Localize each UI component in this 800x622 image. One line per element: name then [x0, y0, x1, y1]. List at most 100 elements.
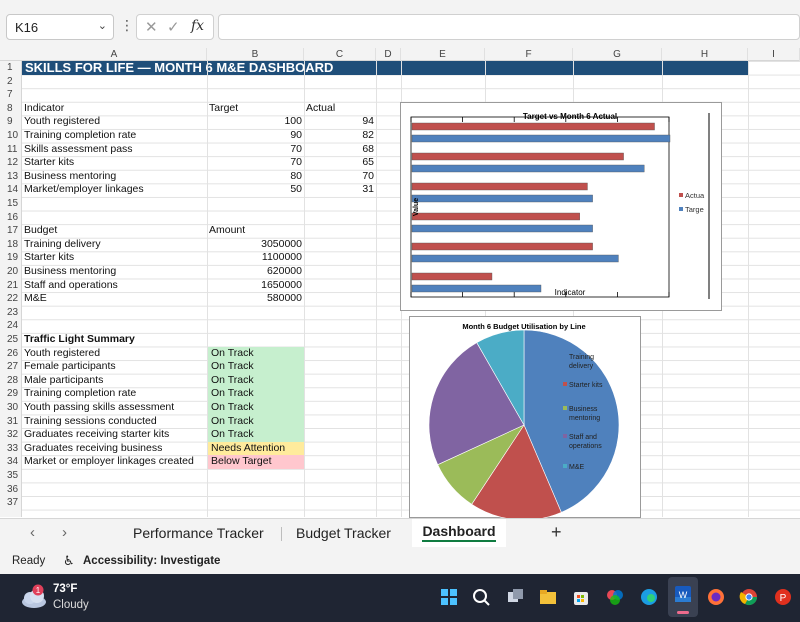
excel-taskbar-icon[interactable]: W	[668, 577, 698, 617]
column-header[interactable]: F	[485, 48, 573, 61]
pie-chart[interactable]: Month 6 Budget Utilisation by Line Traini…	[409, 316, 641, 521]
firefox-icon[interactable]	[705, 586, 727, 608]
traffic-indicator[interactable]: Male participants	[24, 374, 205, 388]
budget-header[interactable]: Budget	[24, 224, 205, 238]
status-badge[interactable]: Below Target	[208, 455, 304, 469]
target-value[interactable]: 90	[209, 129, 302, 143]
bar-chart[interactable]: Target vs Month 6 Actual Indicator Value Ac…	[400, 102, 722, 311]
row-header[interactable]: 29	[0, 387, 22, 401]
traffic-indicator[interactable]: Graduates receiving business	[24, 442, 205, 456]
actual-value[interactable]: 68	[306, 143, 374, 157]
row-header[interactable]: 7	[0, 88, 22, 102]
row-header[interactable]: 34	[0, 455, 22, 469]
edge-icon[interactable]	[638, 586, 660, 608]
budget-line[interactable]: M&E	[24, 292, 205, 306]
row-header[interactable]: 15	[0, 197, 22, 211]
row-header[interactable]: 17	[0, 224, 22, 238]
indicator-name[interactable]: Starter kits	[24, 156, 205, 170]
row-header[interactable]: 18	[0, 238, 22, 252]
column-header[interactable]: E	[401, 48, 485, 61]
column-header[interactable]: C	[304, 48, 376, 61]
budget-line[interactable]: Starter kits	[24, 251, 205, 265]
column-header[interactable]: H	[662, 48, 748, 61]
budget-line[interactable]: Staff and operations	[24, 279, 205, 293]
row-header[interactable]: 13	[0, 170, 22, 184]
bar-actual[interactable]	[411, 212, 580, 221]
status-badge[interactable]: On Track	[208, 360, 304, 374]
target-value[interactable]: 50	[209, 183, 302, 197]
start-icon[interactable]	[438, 586, 460, 608]
indicator-header[interactable]: Indicator	[24, 102, 205, 116]
store-icon[interactable]	[570, 586, 592, 608]
status-badge[interactable]: On Track	[208, 428, 304, 442]
budget-amount[interactable]: 1650000	[209, 279, 302, 293]
bar-actual[interactable]	[411, 122, 655, 131]
bar-target[interactable]	[411, 224, 593, 233]
column-header[interactable]: D	[376, 48, 401, 61]
indicator-name[interactable]: Training completion rate	[24, 129, 205, 143]
row-header[interactable]: 23	[0, 306, 22, 320]
target-value[interactable]: 70	[209, 143, 302, 157]
bar-target[interactable]	[411, 164, 645, 173]
bar-target[interactable]	[411, 284, 542, 293]
status-badge[interactable]: On Track	[208, 373, 304, 388]
actual-header[interactable]: Actual	[306, 102, 374, 116]
search-icon[interactable]	[470, 586, 492, 608]
formula-input[interactable]	[218, 14, 800, 40]
prev-sheet-icon[interactable]: ‹	[30, 524, 35, 541]
row-header[interactable]: 32	[0, 428, 22, 442]
row-header[interactable]: 33	[0, 442, 22, 456]
next-sheet-icon[interactable]: ›	[62, 524, 67, 541]
chrome-icon[interactable]	[738, 586, 760, 608]
status-badge[interactable]: On Track	[208, 401, 304, 415]
cancel-icon[interactable]: ✕	[145, 18, 158, 36]
row-header[interactable]: 31	[0, 415, 22, 429]
column-header[interactable]: G	[573, 48, 662, 61]
row-header[interactable]: 20	[0, 265, 22, 279]
column-header[interactable]: B	[207, 48, 304, 61]
row-header[interactable]: 10	[0, 129, 22, 143]
target-value[interactable]: 70	[209, 156, 302, 170]
traffic-indicator[interactable]: Youth passing skills assessment	[24, 401, 205, 415]
add-sheet-button[interactable]: +	[551, 522, 562, 543]
bar-target[interactable]	[411, 194, 593, 203]
accessibility-status[interactable]: Accessibility: Investigate	[83, 555, 220, 567]
profile-app-icon[interactable]: P	[772, 586, 794, 608]
row-header[interactable]: 37	[0, 496, 22, 510]
traffic-indicator[interactable]: Market or employer linkages created	[24, 455, 205, 469]
name-box[interactable]: K16 ⌄	[6, 14, 114, 40]
more-options-icon[interactable]: ⋮	[120, 17, 134, 34]
row-header[interactable]: 26	[0, 347, 22, 361]
accessibility-icon[interactable]: ♿	[63, 553, 75, 569]
bar-target[interactable]	[411, 134, 671, 143]
traffic-indicator[interactable]: Youth registered	[24, 347, 205, 361]
row-header[interactable]: 22	[0, 292, 22, 306]
row-header[interactable]: 11	[0, 143, 22, 157]
row-header[interactable]: 28	[0, 374, 22, 388]
row-header[interactable]: 1	[0, 61, 22, 75]
row-header[interactable]: 14	[0, 183, 22, 197]
budget-amount[interactable]: 620000	[209, 265, 302, 279]
budget-amount[interactable]: 1100000	[209, 251, 302, 265]
check-icon[interactable]: ✓	[167, 18, 180, 36]
row-header[interactable]: 16	[0, 211, 22, 225]
budget-line[interactable]: Business mentoring	[24, 265, 205, 279]
target-header[interactable]: Target	[209, 102, 302, 116]
row-header[interactable]: 25	[0, 333, 22, 347]
traffic-indicator[interactable]: Training completion rate	[24, 387, 205, 401]
budget-line[interactable]: Training delivery	[24, 238, 205, 252]
budget-amount[interactable]: 3050000	[209, 238, 302, 252]
budget-amount[interactable]: 580000	[209, 292, 302, 306]
row-header[interactable]: 8	[0, 102, 22, 116]
status-badge[interactable]: Needs Attention	[208, 441, 304, 456]
row-header[interactable]: 24	[0, 319, 22, 333]
insert-function-icon[interactable]: fx	[191, 18, 204, 34]
bar-actual[interactable]	[411, 272, 493, 281]
traffic-indicator[interactable]: Training sessions conducted	[24, 415, 205, 429]
tab-performance-tracker[interactable]: Performance Tracker	[133, 525, 264, 541]
status-badge[interactable]: On Track	[208, 387, 304, 401]
weather-cloud-icon[interactable]: 1	[18, 584, 48, 615]
traffic-indicator[interactable]: Graduates receiving starter kits	[24, 428, 205, 442]
tab-budget-tracker[interactable]: Budget Tracker	[296, 525, 391, 541]
tab-dashboard[interactable]: Dashboard	[412, 519, 506, 547]
